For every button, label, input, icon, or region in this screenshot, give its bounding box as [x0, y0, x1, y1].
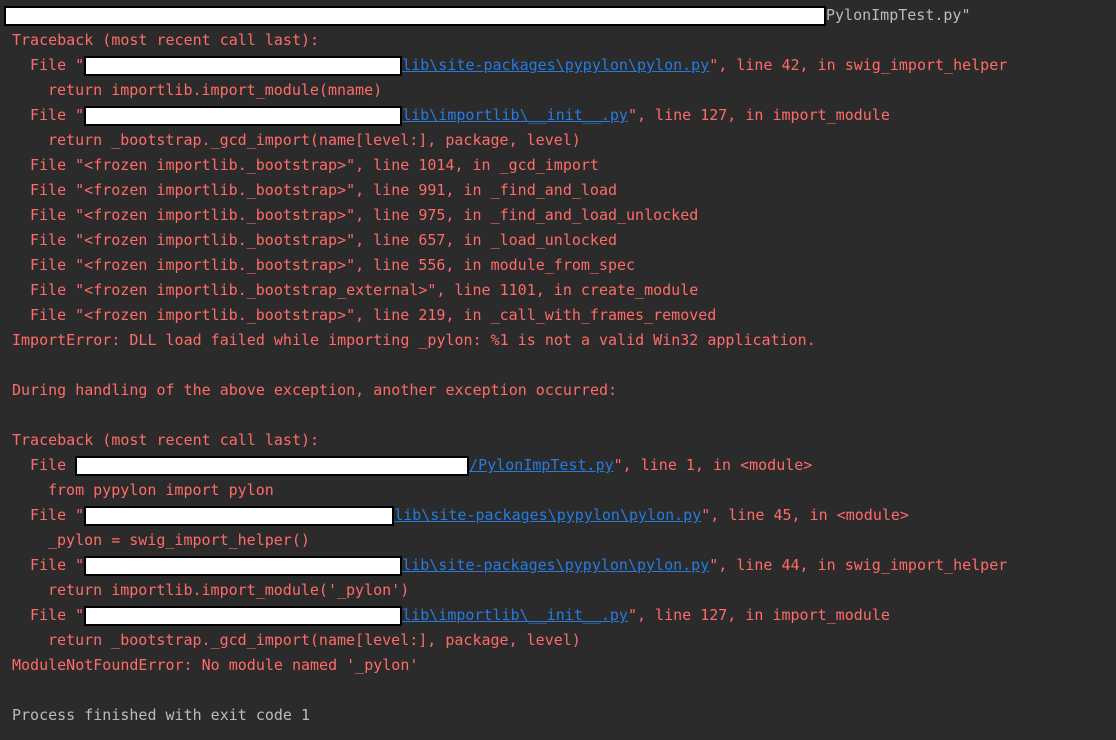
frame-prefix: File ": [30, 106, 85, 124]
redacted-path: [84, 105, 403, 126]
frame-suffix: ", line 44, in swig_import_helper: [709, 556, 1008, 574]
file-link[interactable]: lib\importlib\__init__.py: [402, 106, 628, 124]
frame-suffix: ", line 42, in swig_import_helper: [709, 56, 1008, 74]
traceback-frame: File " lib\site-packages\pypylon\pylon.py…: [12, 553, 1116, 578]
file-link[interactable]: lib\site-packages\pypylon\pylon.py: [394, 506, 701, 524]
frozen-frame: File "<frozen importlib._bootstrap>", li…: [30, 231, 617, 249]
frame-code: return _bootstrap._gcd_import(name[level…: [48, 131, 581, 149]
frame-suffix: ", line 127, in import_module: [627, 606, 890, 624]
frame-code: return importlib.import_module(mname): [48, 81, 383, 99]
frame-prefix: File ": [30, 606, 85, 624]
file-link[interactable]: lib\site-packages\pypylon\pylon.py: [402, 56, 709, 74]
frame-suffix: ", line 1, in <module>: [613, 456, 813, 474]
redacted-path: [84, 55, 403, 76]
redacted-path: [84, 605, 403, 626]
command-line: PylonImpTest.py": [4, 3, 1116, 28]
console-output: PylonImpTest.py" Traceback (most recent …: [4, 3, 1116, 728]
file-link[interactable]: /PylonImpTest.py: [469, 456, 614, 474]
frame-prefix: File ": [30, 506, 85, 524]
frame-code: return _bootstrap._gcd_import(name[level…: [48, 631, 581, 649]
redacted-path: [84, 555, 403, 576]
frame-suffix: ", line 127, in import_module: [627, 106, 890, 124]
frozen-frame: File "<frozen importlib._bootstrap>", li…: [30, 181, 617, 199]
frame-prefix: File ": [30, 56, 85, 74]
frozen-frame: File "<frozen importlib._bootstrap>", li…: [30, 206, 699, 224]
frame-code: _pylon = swig_import_helper(): [48, 531, 310, 549]
traceback-frame: File " lib\site-packages\pypylon\pylon.py…: [12, 503, 1116, 528]
traceback-frame: File " lib\site-packages\pypylon\pylon.py…: [12, 53, 1116, 78]
frame-prefix: File: [30, 456, 76, 474]
redacted-path: [4, 5, 826, 26]
exception-separator: During handling of the above exception, …: [12, 381, 618, 399]
module-not-found-error: ModuleNotFoundError: No module named '_p…: [12, 656, 419, 674]
frame-code: from pypylon import pylon: [48, 481, 274, 499]
run-console: { "header": { "script_path_tail": "Pylon…: [0, 0, 1116, 740]
file-link[interactable]: lib\importlib\__init__.py: [402, 606, 628, 624]
redacted-path: [84, 505, 395, 526]
file-link[interactable]: lib\site-packages\pypylon\pylon.py: [402, 556, 709, 574]
traceback-frame: File " lib\importlib\__init__.py", line 1…: [12, 103, 1116, 128]
frame-code: return importlib.import_module('_pylon'): [48, 581, 410, 599]
process-exit-message: Process finished with exit code 1: [12, 706, 311, 724]
frozen-frame: File "<frozen importlib._bootstrap>", li…: [30, 156, 599, 174]
import-error-message: ImportError: DLL load failed while impor…: [12, 331, 816, 349]
traceback-title: Traceback (most recent call last):: [12, 431, 320, 449]
traceback-frame: File /PylonImpTest.py", line 1, in <modu…: [12, 453, 1116, 478]
frozen-frame: File "<frozen importlib._bootstrap_exter…: [30, 281, 699, 299]
redacted-path: [75, 455, 470, 476]
frame-prefix: File ": [30, 556, 85, 574]
traceback-title: Traceback (most recent call last):: [12, 31, 320, 49]
traceback-frame: File " lib\importlib\__init__.py", line 1…: [12, 603, 1116, 628]
script-path-tail: PylonImpTest.py": [826, 6, 971, 24]
frozen-frame: File "<frozen importlib._bootstrap>", li…: [30, 256, 636, 274]
frame-suffix: ", line 45, in <module>: [701, 506, 909, 524]
frozen-frame: File "<frozen importlib._bootstrap>", li…: [30, 306, 717, 324]
